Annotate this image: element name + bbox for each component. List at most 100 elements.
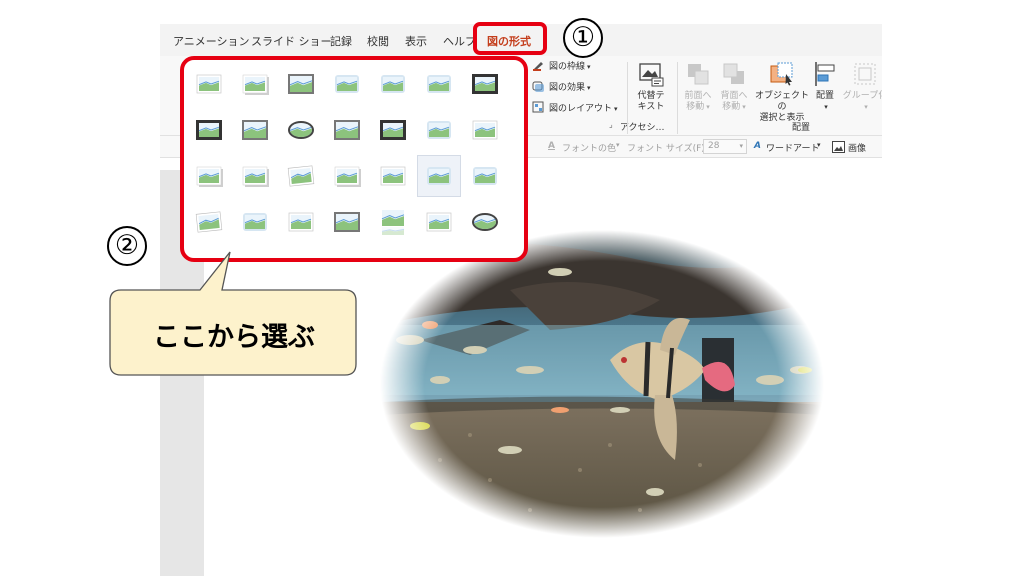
picture-style-thumbnail-icon: [195, 211, 223, 233]
picture-style-thumbnail-icon: [380, 166, 406, 186]
dialog-launcher-icon[interactable]: ⌟: [609, 120, 613, 129]
picture-style-option[interactable]: [326, 110, 368, 150]
picture-style-option[interactable]: [372, 202, 414, 242]
picture-style-thumbnail-icon: [472, 74, 498, 94]
alt-text-label-1: 代替テ: [637, 91, 665, 101]
bring-forward-button[interactable]: 前面へ 移動 ▾: [680, 60, 716, 113]
picture-style-thumbnail-icon: [472, 213, 498, 231]
picture-style-option[interactable]: [188, 202, 230, 242]
picture-style-option[interactable]: [234, 110, 276, 150]
picture-style-option[interactable]: [372, 64, 414, 104]
picture-style-option[interactable]: [326, 64, 368, 104]
bring-forward-icon: [688, 64, 709, 85]
wordart-icon: A: [754, 141, 761, 151]
picture-layout-button[interactable]: 図のレイアウト ▾: [549, 101, 618, 114]
font-color-button[interactable]: フォントの色: [562, 141, 616, 154]
picture-style-option[interactable]: [372, 110, 414, 150]
group-icon: [854, 63, 876, 85]
wordart-button[interactable]: ワードアート: [766, 141, 819, 154]
picture-style-thumbnail-icon: [288, 74, 314, 94]
selection-pane-button[interactable]: オブジェクトの 選択と表示: [754, 60, 810, 124]
picture-style-thumbnail-icon: [381, 210, 405, 235]
picture-style-thumbnail-icon: [473, 167, 497, 185]
tab-view[interactable]: 表示: [405, 33, 427, 49]
arrange-group-label: 配置: [792, 123, 811, 133]
picture-style-option[interactable]: [418, 64, 460, 104]
picture-style-thumbnail-icon: [287, 165, 315, 187]
selection-pane-label-1: オブジェクトの: [754, 91, 809, 112]
ribbon-separator: [677, 62, 678, 134]
selection-pane-icon: [770, 62, 793, 86]
callout-text: ここから選ぶ: [153, 322, 315, 353]
picture-style-option[interactable]: [464, 110, 506, 150]
picture-insert-icon: [832, 141, 845, 153]
bring-forward-label-2: 移動: [686, 102, 705, 112]
bring-forward-label-1: 前面へ: [684, 91, 712, 101]
aquarium-photo[interactable]: [380, 230, 824, 538]
font-color-caret-icon[interactable]: ▾: [616, 141, 620, 149]
picture-effects-icon: [532, 81, 544, 92]
alt-text-label-2: キスト: [637, 102, 665, 112]
picture-style-option[interactable]: [418, 202, 460, 242]
picture-style-option[interactable]: [326, 202, 368, 242]
picture-layout-label: 図のレイアウト: [549, 104, 613, 114]
tab-help[interactable]: ヘルプ: [443, 33, 476, 49]
picture-style-thumbnail-icon: [472, 120, 498, 140]
picture-style-option[interactable]: [417, 155, 461, 197]
picture-style-option[interactable]: [280, 156, 322, 196]
picture-style-option[interactable]: [464, 156, 506, 196]
font-size-value: 28: [708, 141, 720, 151]
picture-style-thumbnail-icon: [196, 120, 222, 140]
tab-animations[interactable]: アニメーション: [173, 33, 250, 49]
picture-style-option[interactable]: [326, 156, 368, 196]
group-button[interactable]: グループ化▾: [842, 60, 882, 113]
send-backward-label-1: 背面へ: [720, 91, 748, 101]
wordart-caret-icon[interactable]: ▾: [817, 141, 821, 149]
picture-style-thumbnail-icon: [288, 212, 314, 232]
picture-style-thumbnail-icon: [334, 212, 360, 232]
tab-review[interactable]: 校閲: [367, 33, 389, 49]
picture-style-thumbnail-icon: [196, 74, 222, 94]
picture-style-thumbnail-icon: [288, 121, 314, 139]
alt-text-button[interactable]: 代替テ キスト: [632, 60, 670, 113]
step-1-marker: ①: [563, 18, 603, 58]
picture-style-option[interactable]: [234, 64, 276, 104]
font-size-label: フォント サイズ(F):: [627, 144, 708, 154]
picture-style-option[interactable]: [188, 110, 230, 150]
picture-style-option[interactable]: [280, 110, 322, 150]
picture-layout-icon: [532, 101, 544, 113]
picture-style-thumbnail-icon: [380, 120, 406, 140]
picture-style-option[interactable]: [234, 202, 276, 242]
picture-border-button[interactable]: 図の枠線 ▾: [549, 59, 591, 72]
align-button[interactable]: 配置 ▾: [810, 60, 840, 113]
tab-highlight-box: [473, 22, 547, 55]
picture-style-thumbnail-icon: [426, 212, 452, 232]
send-backward-label-2: 移動: [722, 102, 741, 112]
picture-style-thumbnail-icon: [196, 166, 223, 187]
picture-style-option[interactable]: [280, 202, 322, 242]
picture-style-option[interactable]: [188, 64, 230, 104]
picture-effects-button[interactable]: 図の効果 ▾: [549, 80, 591, 93]
picture-style-option[interactable]: [464, 64, 506, 104]
picture-style-option[interactable]: [418, 110, 460, 150]
picture-style-thumbnail-icon: [242, 120, 268, 140]
screenshot-stage: アニメーション スライド ショー 記録 校閲 表示 ヘルプ 図の形式 図の枠線 ▾…: [0, 0, 1024, 576]
font-size-input[interactable]: 28 ▾: [703, 139, 747, 154]
picture-style-option[interactable]: [280, 64, 322, 104]
group-label: グループ化: [842, 91, 882, 101]
send-backward-button[interactable]: 背面へ 移動 ▾: [716, 60, 752, 113]
alt-text-icon: [639, 63, 664, 87]
picture-style-option[interactable]: [188, 156, 230, 196]
picture-style-thumbnail-icon: [427, 121, 451, 139]
picture-styles-gallery: [180, 56, 528, 262]
tab-slideshow[interactable]: スライド ショー: [251, 33, 332, 49]
picture-border-label: 図の枠線: [549, 62, 586, 72]
picture-button[interactable]: 画像: [848, 141, 866, 154]
picture-style-option[interactable]: [372, 156, 414, 196]
picture-style-option[interactable]: [234, 156, 276, 196]
picture-style-thumbnail-icon: [427, 75, 451, 93]
tab-record[interactable]: 記録: [330, 33, 352, 49]
picture-style-option[interactable]: [464, 202, 506, 242]
font-color-icon[interactable]: A: [548, 141, 555, 151]
picture-style-thumbnail-icon: [243, 213, 267, 231]
